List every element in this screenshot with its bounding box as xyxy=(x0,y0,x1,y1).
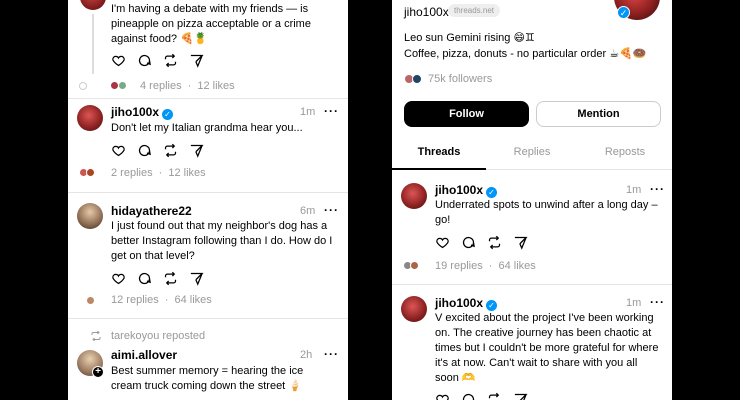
post-time: 1m xyxy=(626,184,642,196)
profile-bio-line2: Coffee, pizza, donuts - no particular or… xyxy=(404,48,647,60)
heart-icon[interactable] xyxy=(435,392,450,400)
post-actions xyxy=(111,53,204,68)
post-username[interactable]: jiho100x ✓ xyxy=(111,105,174,120)
repost-label[interactable]: tarekoyou reposted xyxy=(111,330,205,342)
replier-avatar xyxy=(410,261,419,270)
heart-icon[interactable] xyxy=(111,53,126,68)
repost-icon[interactable] xyxy=(163,53,178,68)
tab-threads[interactable]: Threads xyxy=(392,146,486,158)
share-icon[interactable] xyxy=(513,392,528,400)
post-avatar[interactable] xyxy=(401,183,427,209)
replier-avatar xyxy=(86,168,95,177)
post-avatar[interactable] xyxy=(80,0,106,10)
repost-icon[interactable] xyxy=(487,392,502,400)
more-options-icon[interactable]: ··· xyxy=(324,104,339,118)
post-username[interactable]: jiho100x ✓ xyxy=(435,296,498,311)
post-actions xyxy=(435,235,528,250)
heart-icon[interactable] xyxy=(111,143,126,158)
replies-count[interactable]: 2 replies xyxy=(111,167,153,179)
post-avatar[interactable] xyxy=(77,203,103,229)
follow-button[interactable]: Follow xyxy=(404,101,529,127)
replier-avatar xyxy=(86,296,95,305)
divider xyxy=(68,192,348,193)
comment-icon[interactable] xyxy=(137,271,152,286)
replies-count[interactable]: 4 replies xyxy=(140,80,182,92)
replies-count[interactable]: 19 replies xyxy=(435,260,483,272)
follow-plus-icon[interactable]: + xyxy=(92,366,104,378)
heart-icon[interactable] xyxy=(111,271,126,286)
post-username[interactable]: jiho100x ✓ xyxy=(435,183,498,198)
profile-bio-line1: Leo sun Gemini rising 😄♊ xyxy=(404,32,535,44)
feed-screen: I'm having a debate with my friends — is… xyxy=(68,0,348,400)
repost-icon xyxy=(91,330,101,342)
follower-avatar xyxy=(412,74,422,84)
replies-count[interactable]: 12 replies xyxy=(111,294,159,306)
share-icon[interactable] xyxy=(189,143,204,158)
comment-icon[interactable] xyxy=(137,143,152,158)
post-time: 2h xyxy=(300,349,313,361)
more-options-icon[interactable]: ··· xyxy=(324,347,339,361)
thread-dot xyxy=(79,82,87,90)
post-time: 1m xyxy=(300,106,316,118)
thread-line xyxy=(92,14,94,74)
comment-icon[interactable] xyxy=(137,53,152,68)
post-time: 1m xyxy=(626,297,642,309)
replier-avatar xyxy=(118,81,127,90)
comment-icon[interactable] xyxy=(461,392,476,400)
share-icon[interactable] xyxy=(189,271,204,286)
post-username[interactable]: aimi.allover xyxy=(111,348,177,362)
post-stats: 2 replies · 12 likes xyxy=(111,167,206,179)
verified-badge-icon: ✓ xyxy=(486,300,498,311)
post-username[interactable]: hidayathere22 xyxy=(111,204,192,218)
verified-badge-icon: ✓ xyxy=(617,6,630,19)
post-actions xyxy=(111,143,204,158)
comment-icon[interactable] xyxy=(461,235,476,250)
active-tab-indicator xyxy=(392,168,486,170)
post-avatar[interactable] xyxy=(77,105,103,131)
mention-button[interactable]: Mention xyxy=(536,101,661,127)
profile-handle: jiho100x xyxy=(404,5,449,19)
share-icon[interactable] xyxy=(513,235,528,250)
post-text: Don't let my Italian grandma hear you... xyxy=(111,122,303,134)
post-actions xyxy=(111,271,204,286)
likes-count[interactable]: 64 likes xyxy=(499,260,536,272)
divider xyxy=(68,98,348,99)
post-time: 6m xyxy=(300,205,316,217)
post-actions xyxy=(435,392,528,400)
post-stats: 4 replies · 12 likes xyxy=(140,80,235,92)
post-stats: 12 replies · 64 likes xyxy=(111,294,212,306)
divider xyxy=(392,284,672,285)
tab-reposts[interactable]: Reposts xyxy=(578,146,672,158)
repost-icon[interactable] xyxy=(163,271,178,286)
domain-badge[interactable]: threads.net xyxy=(448,4,501,17)
likes-count[interactable]: 12 likes xyxy=(197,80,234,92)
post-text: Best summer memory = hearing the ice cre… xyxy=(111,365,304,392)
post-stats: 19 replies · 64 likes xyxy=(435,260,536,272)
likes-count[interactable]: 64 likes xyxy=(175,294,212,306)
tab-replies[interactable]: Replies xyxy=(485,146,579,158)
more-options-icon[interactable]: ··· xyxy=(650,182,665,196)
verified-badge-icon: ✓ xyxy=(486,187,498,198)
post-text: V excited about the project I've been wo… xyxy=(435,312,659,384)
heart-icon[interactable] xyxy=(435,235,450,250)
divider xyxy=(68,318,348,319)
repost-icon[interactable] xyxy=(163,143,178,158)
more-options-icon[interactable]: ··· xyxy=(650,295,665,309)
verified-badge-icon: ✓ xyxy=(162,109,174,120)
post-avatar[interactable] xyxy=(401,296,427,322)
more-options-icon[interactable]: ··· xyxy=(324,203,339,217)
share-icon[interactable] xyxy=(189,53,204,68)
likes-count[interactable]: 12 likes xyxy=(168,167,205,179)
post-text: Underrated spots to unwind after a long … xyxy=(435,199,658,226)
profile-screen: jiho100x threads.net ✓ Leo sun Gemini ri… xyxy=(392,0,672,400)
followers-count[interactable]: 75k followers xyxy=(428,73,492,85)
repost-icon[interactable] xyxy=(487,235,502,250)
post-text: I just found out that my neighbor's dog … xyxy=(111,220,333,262)
post-text: I'm having a debate with my friends — is… xyxy=(111,3,311,45)
